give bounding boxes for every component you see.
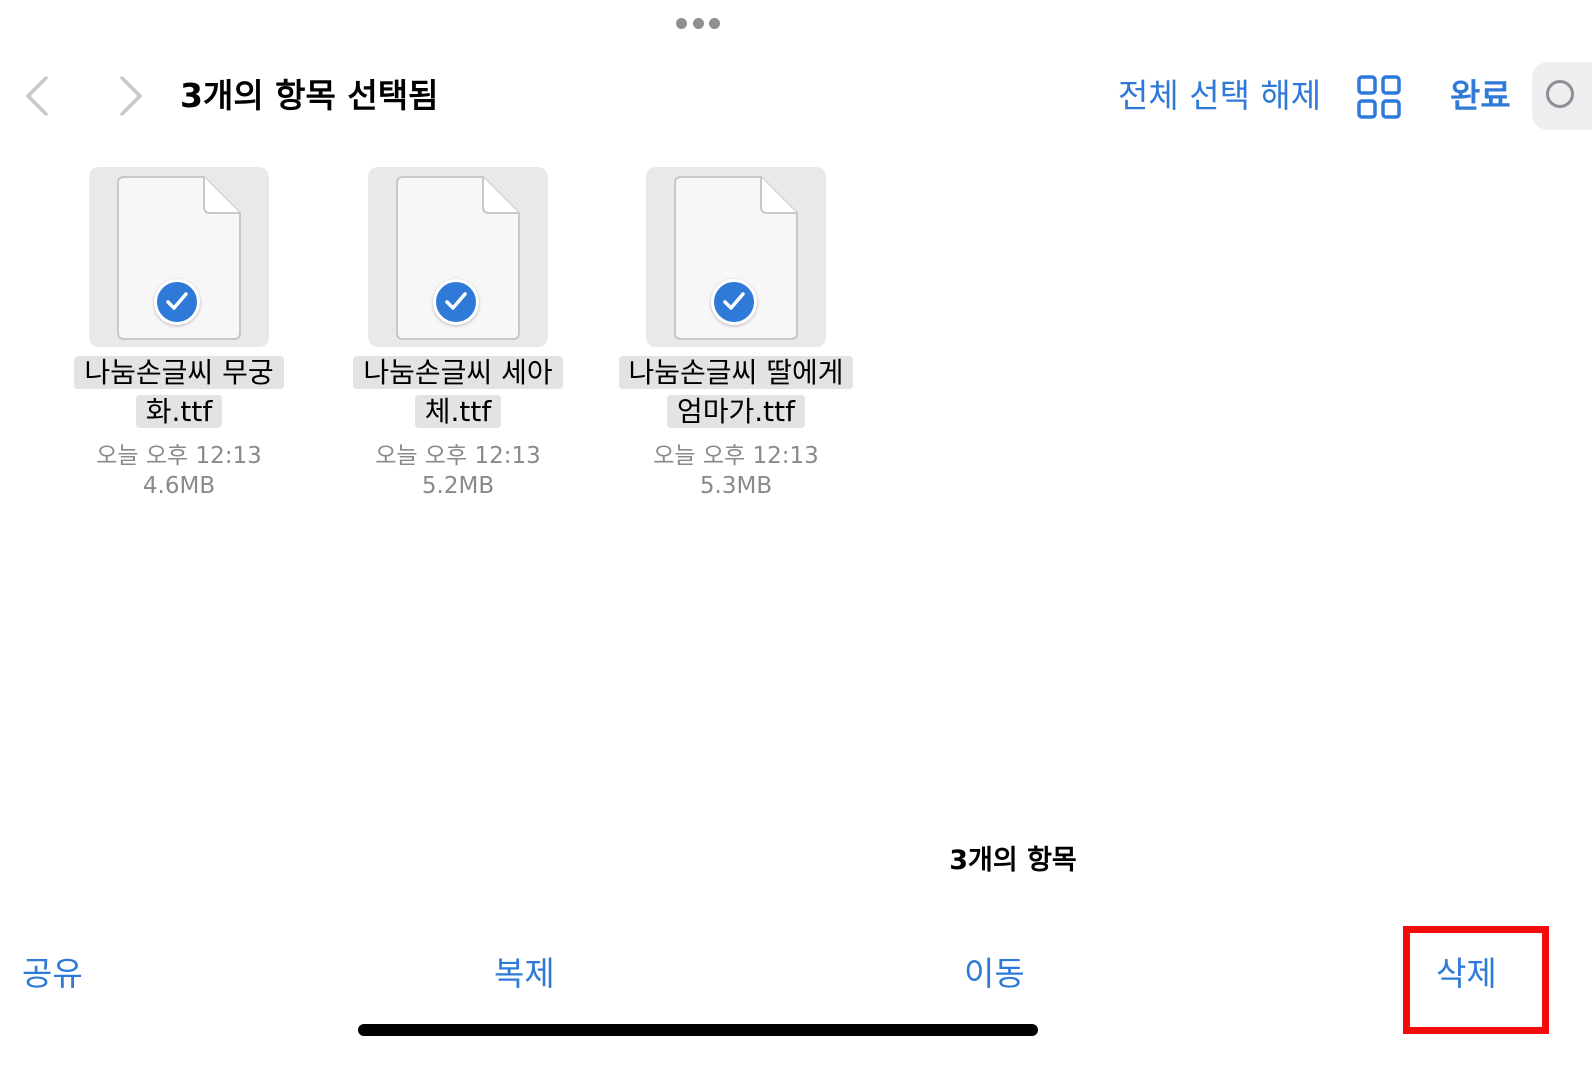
checkmark-circle-icon — [154, 279, 200, 325]
file-date: 오늘 오후 12:13 — [96, 443, 262, 469]
grid-view-icon[interactable] — [1356, 74, 1402, 120]
window-grabber-dots[interactable] — [676, 17, 720, 29]
file-date: 오늘 오후 12:13 — [653, 443, 819, 469]
file-name: 나눔손글씨 세아 체.ttf — [318, 353, 598, 431]
chevron-right-icon[interactable] — [112, 74, 146, 118]
home-indicator[interactable] — [358, 1024, 1038, 1036]
search-icon — [1546, 80, 1574, 108]
duplicate-button[interactable]: 복제 — [494, 950, 555, 998]
files-app-window: 3개의 항목 선택됨 전체 선택 해제 완료 나눔손글씨 무궁 화.ttf 오늘 … — [0, 0, 1592, 1069]
file-date: 오늘 오후 12:13 — [375, 443, 541, 469]
done-button[interactable]: 완료 — [1450, 72, 1511, 120]
page-title: 3개의 항목 선택됨 — [180, 76, 439, 115]
file-size: 4.6MB — [142, 473, 216, 499]
file-name: 나눔손글씨 무궁 화.ttf — [39, 353, 319, 431]
file-name: 나눔손글씨 딸에게 엄마가.ttf — [596, 353, 876, 431]
deselect-all-button[interactable]: 전체 선택 해제 — [1118, 72, 1321, 120]
checkmark-circle-icon — [433, 279, 479, 325]
file-size: 5.3MB — [699, 473, 773, 499]
dot-icon — [676, 17, 687, 29]
move-button[interactable]: 이동 — [964, 950, 1025, 998]
chevron-left-icon[interactable] — [22, 74, 56, 118]
checkmark-circle-icon — [711, 279, 757, 325]
dot-icon — [709, 17, 720, 29]
item-count-label: 3개의 항목 — [949, 845, 1077, 876]
highlight-box — [1403, 926, 1549, 1034]
search-field[interactable] — [1532, 62, 1592, 130]
share-button[interactable]: 공유 — [22, 950, 83, 998]
file-size: 5.2MB — [421, 473, 495, 499]
dot-icon — [692, 17, 704, 29]
